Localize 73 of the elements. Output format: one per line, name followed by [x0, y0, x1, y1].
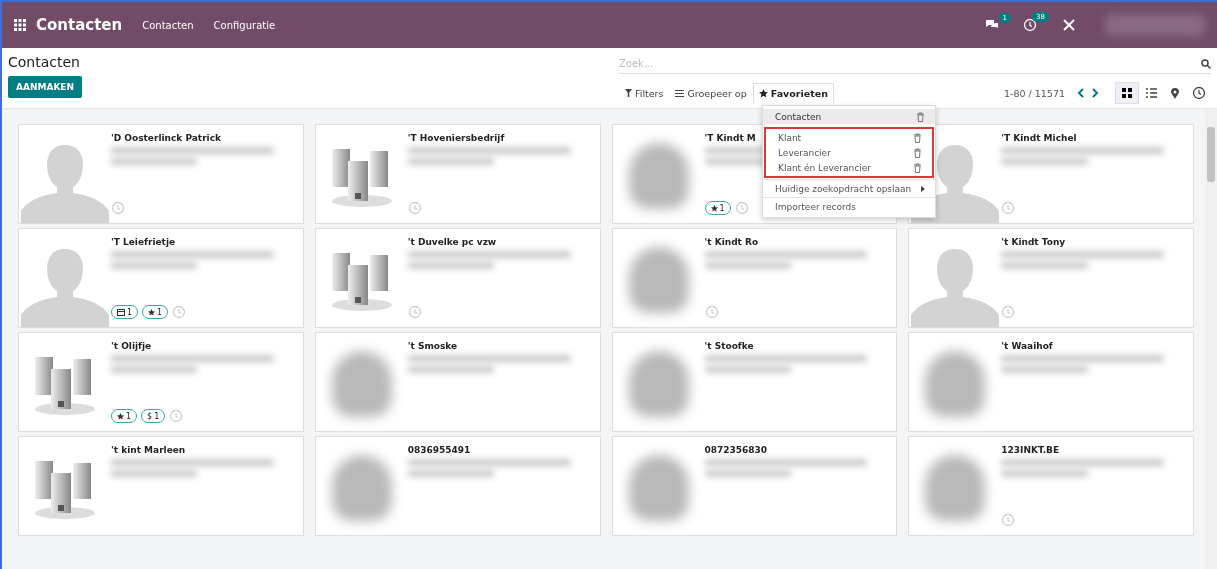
contact-name: 't Kindt Tony — [1001, 237, 1066, 247]
contact-card[interactable]: 't Waaihof — [908, 332, 1194, 432]
menu-lines-icon — [675, 89, 685, 97]
contact-card[interactable]: 't Duvelke pc vzw — [314, 228, 601, 328]
contact-card[interactable]: 'D Oosterlinck Patrick — [18, 124, 304, 224]
contact-name: 't Waaihof — [1001, 341, 1053, 351]
contact-name: 'T Hoveniersbedrijf — [407, 133, 505, 143]
star-icon — [758, 88, 768, 98]
contact-name: 't kint Marleen — [111, 445, 186, 455]
contact-name: 't Stoofke — [704, 341, 754, 351]
card-icon — [117, 308, 125, 316]
scrollbar[interactable] — [1205, 109, 1217, 569]
contact-card[interactable]: 't Kindt Ro — [611, 228, 898, 328]
page-title: Contacten — [8, 54, 81, 70]
contact-card[interactable]: 0836955491 — [314, 436, 601, 536]
previous-icon[interactable] — [1077, 88, 1084, 98]
blurred-avatar — [925, 351, 986, 417]
contact-card[interactable]: 0872356830 — [611, 436, 898, 536]
contact-card[interactable]: 'T Hoveniersbedrijf — [314, 124, 601, 224]
dropdown-item[interactable]: Importeer records — [763, 199, 935, 214]
contact-name: 'D Oosterlinck Patrick — [111, 133, 221, 143]
blurred-avatar — [628, 247, 689, 313]
contact-card[interactable]: 't kint Marleen — [18, 436, 304, 536]
contact-name: 0836955491 — [407, 445, 471, 455]
next-icon[interactable] — [1092, 88, 1099, 98]
contact-card[interactable]: 'T Leiefrietje 1 1 — [18, 228, 304, 328]
star-icon — [148, 308, 156, 316]
contact-card[interactable]: 't Stoofke — [611, 332, 898, 432]
contact-card[interactable]: 't Smoske — [314, 332, 601, 432]
trash-icon[interactable] — [916, 111, 925, 122]
contact-name: 't Olijfje — [111, 341, 152, 351]
star-icon — [117, 412, 124, 420]
blurred-avatar — [331, 351, 392, 417]
chat-icon[interactable] — [985, 19, 999, 31]
pager-value[interactable]: 1-80 / 11571 — [1003, 87, 1065, 99]
contact-name: 'T Kindt Michel — [1001, 133, 1077, 143]
dropdown-item[interactable]: Huidige zoekopdracht opslaan — [763, 181, 935, 196]
apps-grid-icon[interactable] — [14, 19, 26, 31]
contact-name: 'T Kindt M — [704, 133, 756, 143]
contact-name: 't Smoske — [407, 341, 458, 351]
menu-item[interactable]: Contacten — [142, 19, 194, 31]
blurred-avatar — [628, 455, 689, 521]
filter-icon — [625, 89, 632, 97]
blurred-avatar — [628, 143, 689, 209]
blurred-avatar — [925, 455, 986, 521]
contact-card[interactable]: 't Kindt Tony — [908, 228, 1194, 328]
contact-name: 123INKT.BE — [1001, 445, 1060, 455]
contact-name: 0872356830 — [704, 445, 768, 455]
app-name[interactable]: Contacten — [36, 16, 123, 34]
contact-name: 't Duvelke pc vzw — [407, 237, 497, 247]
caret-icon — [921, 185, 925, 192]
menu-item[interactable]: Configuratie — [213, 19, 276, 31]
contact-card[interactable]: 123INKT.BE — [908, 436, 1194, 536]
contact-name: 'T Leiefrietje — [111, 237, 176, 247]
dropdown-item[interactable]: Contacten — [763, 109, 935, 124]
map-pin-icon — [1171, 87, 1179, 99]
trash-icon[interactable] — [913, 132, 922, 143]
contact-card[interactable]: 't Olijfje 1 $ 1 — [18, 332, 304, 432]
list-icon — [1145, 88, 1157, 98]
search-icon[interactable] — [1201, 58, 1211, 69]
blurred-avatar — [331, 455, 392, 521]
star-icon — [710, 204, 718, 212]
kanban-icon — [1122, 88, 1132, 98]
filter-toggle[interactable]: Favorieten — [752, 82, 834, 104]
contact-name: 't Kindt Ro — [704, 237, 759, 247]
create-button[interactable]: AANMAKEN — [8, 76, 83, 98]
filter-toggle[interactable]: Groepeer op — [669, 82, 753, 104]
trash-icon[interactable] — [913, 162, 922, 173]
filter-toggle[interactable]: Filters — [619, 82, 670, 104]
blurred-avatar — [628, 351, 689, 417]
view-switch-button[interactable] — [1115, 82, 1139, 104]
clock-icon — [1192, 86, 1206, 100]
trash-icon[interactable] — [913, 147, 922, 158]
